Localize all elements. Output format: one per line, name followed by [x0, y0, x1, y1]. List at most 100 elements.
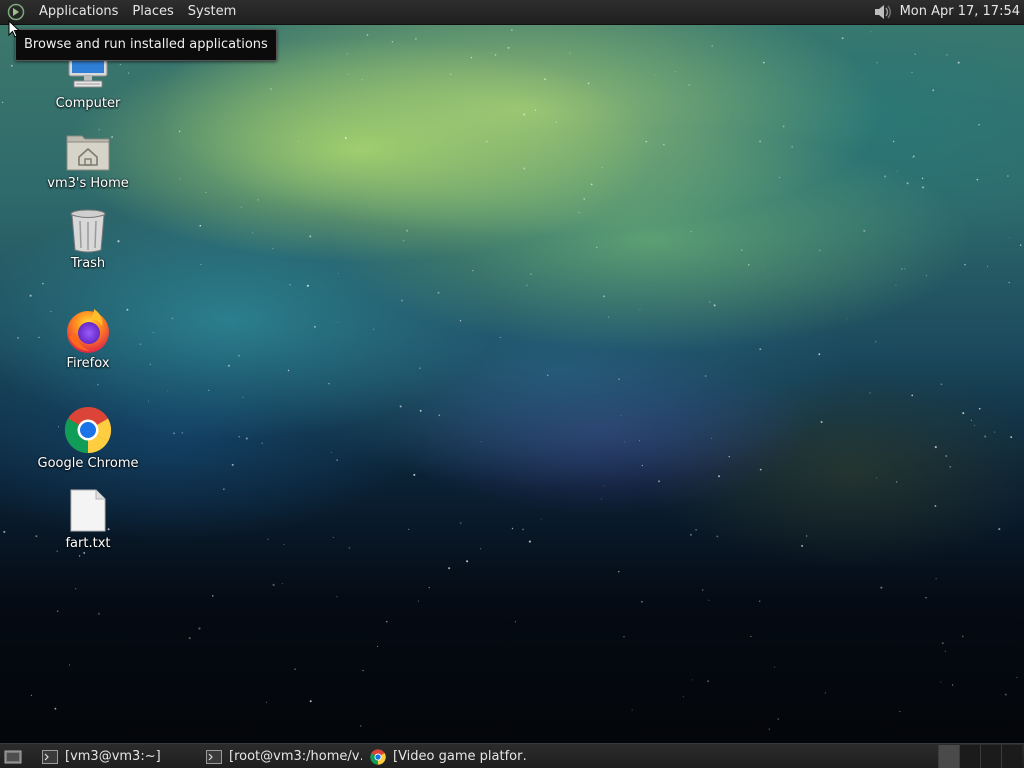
star: [704, 375, 707, 377]
star: [791, 145, 794, 148]
star: [820, 420, 823, 424]
star: [689, 533, 692, 536]
star: [892, 140, 895, 143]
star: [876, 61, 878, 64]
star: [925, 275, 928, 277]
desktop-icon-firefox[interactable]: Firefox: [32, 306, 144, 372]
applications-tooltip: Browse and run installed applications: [15, 29, 277, 61]
show-desktop-icon[interactable]: [2, 746, 24, 768]
star: [759, 348, 762, 351]
star: [759, 600, 761, 602]
star: [336, 596, 338, 598]
star: [78, 555, 81, 557]
star: [366, 34, 369, 36]
star: [711, 45, 713, 47]
star: [289, 284, 291, 286]
star: [716, 535, 719, 538]
star: [332, 537, 334, 538]
chrome-icon: [64, 406, 112, 454]
taskbar-button-terminal-2[interactable]: [root@vm3:/home/v…: [202, 745, 366, 768]
star: [818, 249, 821, 252]
system-menu[interactable]: System: [181, 0, 243, 24]
star: [747, 263, 750, 266]
workspace-1[interactable]: [938, 745, 959, 768]
star: [377, 645, 379, 647]
star: [309, 700, 312, 703]
star: [638, 440, 640, 442]
star: [242, 396, 244, 398]
applications-menu[interactable]: Applications: [32, 0, 125, 24]
star: [711, 437, 713, 439]
star: [348, 547, 351, 549]
clock[interactable]: Mon Apr 17, 17:54: [900, 0, 1024, 24]
workspace-4[interactable]: [1001, 745, 1022, 768]
workspace-3[interactable]: [980, 745, 1001, 768]
star: [880, 586, 883, 589]
star: [257, 199, 259, 201]
taskbar-label: [Video game platfor…: [393, 749, 526, 764]
star: [188, 637, 191, 640]
desktop-icon-chrome[interactable]: Google Chrome: [32, 406, 144, 472]
star: [759, 468, 762, 471]
star: [645, 140, 648, 143]
text-file-icon: [64, 486, 112, 534]
taskbar-button-chrome[interactable]: [Video game platfor…: [366, 745, 530, 768]
wallpaper-stars: [1, 29, 1022, 730]
main-menu-logo-icon[interactable]: [6, 2, 26, 22]
star: [654, 74, 656, 76]
star: [964, 263, 966, 266]
star: [774, 666, 776, 668]
star: [294, 668, 296, 671]
star: [466, 560, 469, 563]
taskbar-button-terminal-1[interactable]: [vm3@vm3:~]: [38, 745, 202, 768]
star: [480, 441, 482, 443]
star: [149, 363, 151, 365]
volume-icon[interactable]: [872, 1, 894, 23]
star: [978, 123, 980, 126]
star: [998, 528, 1001, 531]
star: [884, 175, 887, 178]
star: [417, 600, 419, 602]
star: [895, 481, 898, 483]
star: [949, 465, 952, 468]
star: [944, 650, 946, 652]
terminal-icon: [42, 749, 58, 765]
workspace-switcher: [938, 745, 1022, 768]
star: [472, 270, 474, 272]
star: [428, 587, 430, 589]
star: [682, 696, 684, 698]
star: [523, 113, 526, 116]
star: [932, 89, 935, 92]
trash-icon: [64, 206, 112, 254]
desktop-icon-trash[interactable]: Trash: [32, 206, 144, 272]
star: [925, 597, 927, 599]
star: [623, 636, 625, 638]
star: [30, 694, 32, 696]
star: [702, 589, 704, 591]
star: [208, 389, 210, 391]
desktop-icon-label: Google Chrome: [37, 456, 139, 471]
workspace-2[interactable]: [959, 745, 980, 768]
star: [459, 320, 462, 322]
star: [618, 571, 620, 573]
star: [438, 414, 441, 417]
star: [514, 621, 517, 623]
places-menu[interactable]: Places: [125, 0, 180, 24]
star: [507, 46, 510, 49]
star: [267, 538, 269, 540]
star: [402, 239, 405, 242]
star: [913, 155, 915, 158]
desktop-icon-fart-txt[interactable]: fart.txt: [32, 486, 144, 552]
star: [1004, 693, 1007, 696]
desktop-icon-label: Firefox: [66, 356, 110, 371]
star: [171, 317, 174, 320]
star: [978, 407, 981, 410]
star: [544, 78, 546, 81]
star: [448, 567, 451, 570]
star: [309, 235, 312, 238]
star: [211, 595, 214, 597]
star: [272, 583, 275, 586]
star: [1019, 244, 1022, 246]
star: [528, 540, 531, 543]
desktop-icon-home[interactable]: vm3's Home: [32, 126, 144, 192]
